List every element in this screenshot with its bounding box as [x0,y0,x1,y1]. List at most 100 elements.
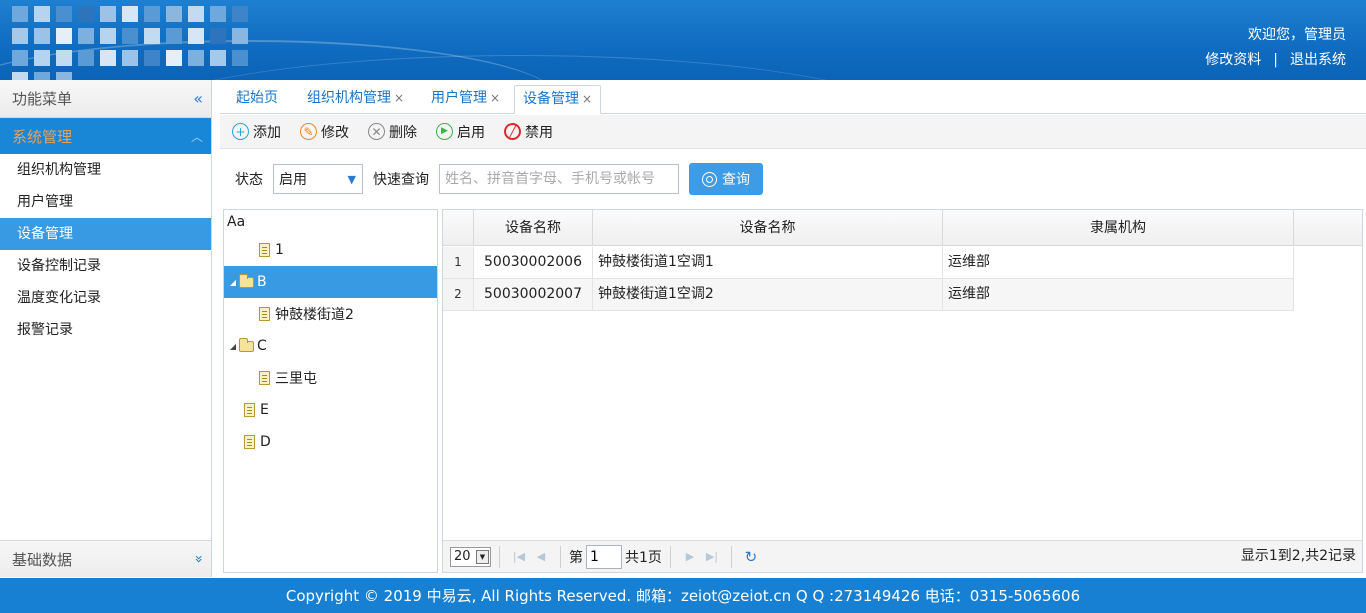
tree-node-label: 钟鼓楼街道2 [275,307,354,323]
tree-node-d[interactable]: D [224,426,437,458]
tree-node-label: 三里屯 [275,371,317,387]
folder-icon [239,273,254,288]
file-icon [259,243,270,257]
menu-group-basic-data[interactable]: 基础数据 » [0,540,211,577]
user-links: 修改资料 | 退出系统 [1205,49,1346,69]
menu-group-system[interactable]: 系统管理 ︿ [0,118,211,154]
tree-node-e[interactable]: E [224,394,437,426]
device-grid: 设备名称 设备名称 隶属机构 1 50030002006 钟鼓楼街道1空调1 运… [442,209,1363,573]
link-separator: | [1273,52,1278,68]
device-name-cell: 钟鼓楼街道1空调1 [593,247,943,278]
collapse-sidebar-icon[interactable]: « [193,89,203,108]
chevron-down-icon: ▼ [347,172,356,186]
menu-foot-label: 基础数据 [12,550,73,569]
column-header-code[interactable]: 设备名称 [474,210,593,246]
tree-node-label: E [260,402,269,418]
file-icon [259,371,270,385]
sidebar-item-users[interactable]: 用户管理 [0,186,211,218]
tab-label: 设备管理 [523,91,579,107]
tree-node-1[interactable]: 1 [224,234,437,266]
table-row[interactable]: 2 50030002007 钟鼓楼街道1空调2 运维部 [443,279,1294,311]
action-toolbar: + 添加 ✎ 修改 ✕ 删除 ▶ 启用 ╱ 禁用 [220,115,1366,149]
org-tree: Aa 1 ◢ B 钟鼓楼街道2 ◢ C 三里屯 E D [223,209,438,573]
column-header-name[interactable]: 设备名称 [593,210,943,246]
delete-label: 删除 [389,124,417,141]
tree-node-label: 1 [275,242,284,258]
device-code-cell: 50030002007 [474,279,593,310]
pager-divider [499,545,500,568]
filter-bar: 状态 启用 ▼ 快速查询 查询 [220,150,1366,208]
close-icon[interactable]: × [582,92,592,106]
chevron-down-icon: ▼ [476,549,489,564]
edit-label: 修改 [321,124,349,141]
add-label: 添加 [253,124,281,141]
tab-bar: 起始页 组织机构管理 × 用户管理 × 设备管理 × [220,80,1366,114]
sidebar-item-temperature-log[interactable]: 温度变化记录 [0,282,211,314]
table-row[interactable]: 1 50030002006 钟鼓楼街道1空调1 运维部 [443,247,1294,279]
sidebar-item-device-control-log[interactable]: 设备控制记录 [0,250,211,282]
last-page-icon[interactable]: ▶| [701,550,723,563]
tree-node-label: B [257,274,267,290]
delete-icon: ✕ [368,123,385,140]
enable-label: 启用 [457,124,485,141]
main-content: 起始页 组织机构管理 × 用户管理 × 设备管理 × + 添加 ✎ 修改 ✕ 删除 ▶… [220,80,1366,577]
tab-devices[interactable]: 设备管理 × [514,85,602,114]
total-pages: 共1页 [625,549,662,566]
tree-node-label: C [257,338,267,354]
tab-home[interactable]: 起始页 [228,85,286,114]
tree-node-b[interactable]: ◢ B [224,266,437,298]
sidebar: 功能菜单 « 系统管理 ︿ 组织机构管理 用户管理 设备管理 设备控制记录 温度… [0,80,212,577]
status-select[interactable]: 启用 ▼ [273,164,363,194]
add-button[interactable]: + 添加 [232,122,281,142]
tree-root[interactable]: Aa [224,210,437,234]
page-size-value: 20 [454,549,471,564]
sidebar-item-org[interactable]: 组织机构管理 [0,154,211,186]
page-label: 第 [569,549,583,566]
sidebar-item-devices[interactable]: 设备管理 [0,218,211,250]
welcome-text: 欢迎您，管理员 [1248,27,1346,43]
tree-node-sanlitun[interactable]: 三里屯 [224,362,437,394]
tree-node-zhonggulou[interactable]: 钟鼓楼街道2 [224,298,437,330]
folder-icon [239,337,254,352]
page-size-select[interactable]: 20 ▼ [450,546,491,567]
page-number-input[interactable] [586,544,622,569]
column-header-org[interactable]: 隶属机构 [943,210,1294,246]
logout-link[interactable]: 退出系统 [1290,52,1346,68]
app-header: 欢迎您，管理员 修改资料 | 退出系统 [0,0,1366,80]
sidebar-item-alarm-log[interactable]: 报警记录 [0,314,211,346]
expand-triangle-icon[interactable]: ◢ [227,278,239,287]
search-input[interactable] [439,164,679,194]
tab-org[interactable]: 组织机构管理 × [299,85,412,114]
tab-label: 用户管理 [431,90,487,106]
delete-button[interactable]: ✕ 删除 [368,122,417,142]
prev-page-icon[interactable]: ◀ [530,550,552,563]
query-label: 查询 [722,172,750,188]
tree-node-c[interactable]: ◢ C [224,330,437,362]
close-icon[interactable]: × [490,91,500,105]
edit-button[interactable]: ✎ 修改 [300,122,349,142]
tab-label: 组织机构管理 [307,90,391,106]
enable-button[interactable]: ▶ 启用 [436,122,485,142]
pager-divider [669,545,671,568]
pagination-bar: 20 ▼ |◀ ◀ 第 共1页 ▶ ▶| ↻ 显示1到2,共2记录 [443,540,1362,572]
query-button[interactable]: 查询 [689,163,763,195]
chevron-up-icon: ︿ [190,129,203,144]
close-icon[interactable]: × [394,91,404,105]
sidebar-title: 功能菜单 [12,90,73,108]
quick-search-label: 快速查询 [373,172,429,188]
row-number-header [443,210,474,246]
row-number: 2 [443,279,474,310]
refresh-icon[interactable]: ↻ [740,548,762,566]
next-page-icon[interactable]: ▶ [679,550,701,563]
disable-button[interactable]: ╱ 禁用 [504,122,553,142]
expand-triangle-icon[interactable]: ◢ [227,342,239,351]
tab-users[interactable]: 用户管理 × [423,85,508,114]
org-cell: 运维部 [943,247,1294,278]
first-page-icon[interactable]: |◀ [508,550,530,563]
device-code-cell: 50030002006 [474,247,593,278]
edit-profile-link[interactable]: 修改资料 [1205,52,1261,68]
device-name-cell: 钟鼓楼街道1空调2 [593,279,943,310]
status-value: 启用 [279,172,307,188]
tree-node-label: D [260,434,271,450]
tab-label: 起始页 [236,90,278,106]
